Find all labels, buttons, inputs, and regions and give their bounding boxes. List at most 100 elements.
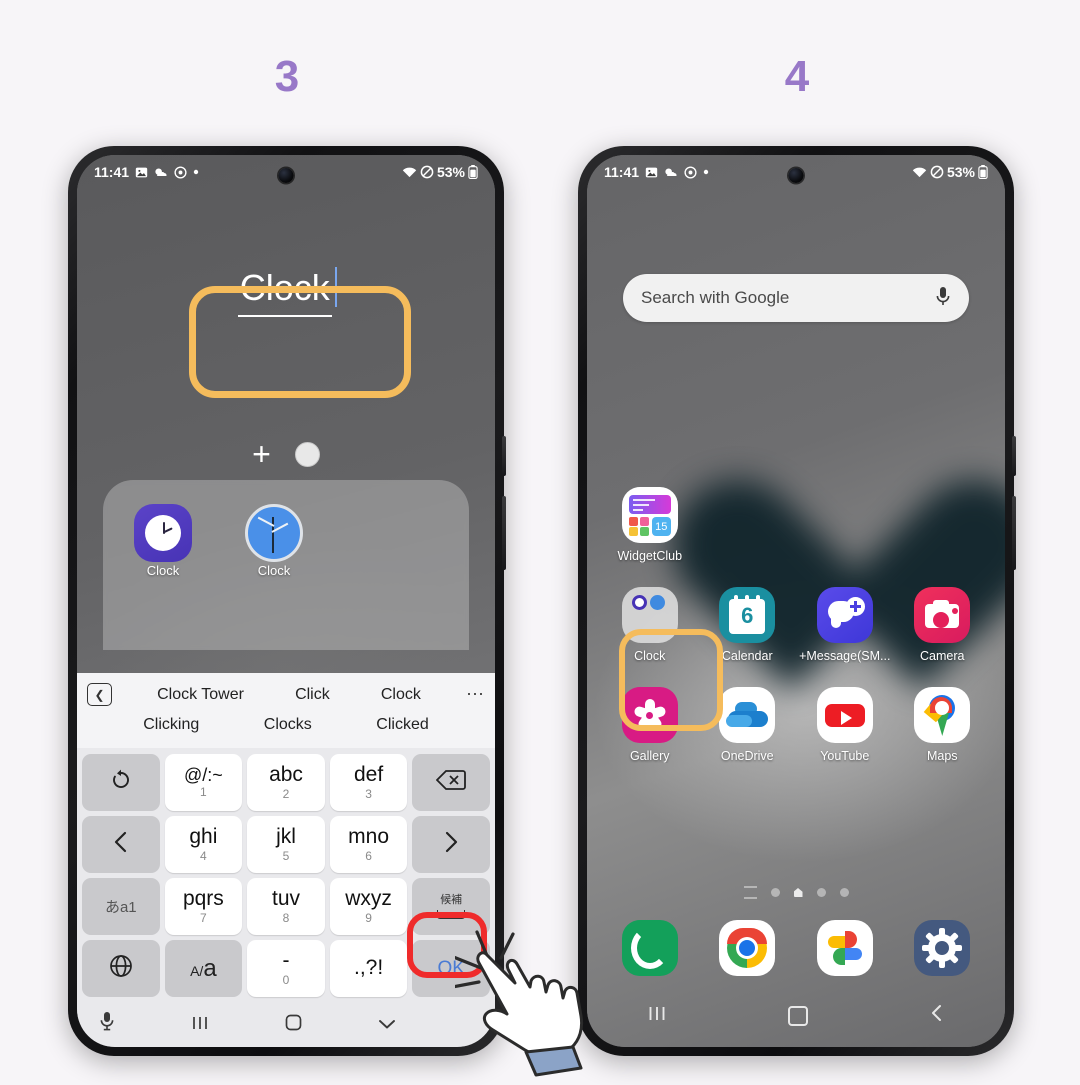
app-label: Clock [634, 649, 666, 663]
app-label: WidgetClub [617, 549, 683, 563]
key-label: .,?! [354, 956, 384, 980]
app-label: +Message(SM... [799, 649, 891, 663]
suggestion-item[interactable]: Clock [375, 684, 427, 706]
app-gallery[interactable]: Gallery [601, 687, 699, 763]
volume-button[interactable] [1012, 436, 1016, 476]
google-photos-icon [816, 920, 873, 976]
suggestion-item[interactable]: Clocks [258, 714, 318, 736]
app-label: Calendar [721, 649, 773, 663]
app-camera[interactable]: Camera [894, 587, 992, 663]
dock-app-phone[interactable] [601, 920, 699, 976]
key-label: あa1 [104, 899, 137, 916]
power-button[interactable] [1012, 496, 1016, 570]
dock-app-settings[interactable] [894, 920, 992, 976]
app-widgetclub[interactable]: 15 WidgetClub [601, 487, 699, 563]
folder-color-icon[interactable] [294, 441, 320, 467]
app-label: Camera [920, 649, 965, 663]
key-input-mode[interactable]: あa1 [82, 878, 160, 935]
key-case-toggle[interactable]: A/a [164, 940, 243, 997]
key-dash[interactable]: - 0 [247, 940, 325, 997]
widgetclub-icon: 15 [621, 487, 678, 543]
key-symbols[interactable]: @/:~ 1 [164, 754, 243, 811]
folder-panel: Clock Clock [103, 480, 469, 650]
key-sublabel: 7 [200, 911, 207, 926]
app-slot-empty [894, 487, 992, 563]
key-tuv[interactable]: tuv 8 [247, 878, 325, 935]
chevron-left-icon [112, 830, 130, 860]
add-app-icon[interactable]: + [252, 438, 271, 470]
battery-icon [978, 165, 988, 180]
page-dot-home-active[interactable] [793, 888, 803, 897]
plus-message-icon [816, 587, 873, 643]
dock-app-chrome[interactable] [699, 920, 797, 976]
key-abc[interactable]: abc 2 [247, 754, 325, 811]
home-icon[interactable] [787, 1006, 808, 1026]
app-label: YouTube [820, 749, 870, 763]
suggestion-item[interactable]: Clicking [137, 714, 205, 736]
key-candidate[interactable]: 候補 [412, 878, 490, 935]
key-punctuation[interactable]: .,?! [329, 940, 408, 997]
battery-percent: 53% [436, 164, 465, 180]
front-camera-icon [788, 168, 804, 183]
volume-button[interactable] [502, 436, 506, 476]
suggestion-item[interactable]: Click [289, 684, 336, 706]
key-pqrs[interactable]: pqrs 7 [164, 878, 243, 935]
key-backspace[interactable] [412, 754, 490, 811]
folder-app-google-clock[interactable]: Clock [236, 504, 312, 580]
key-def[interactable]: def 3 [329, 754, 408, 811]
key-jkl[interactable]: jkl 5 [247, 816, 325, 873]
app-clock-folder[interactable]: Clock [601, 587, 699, 663]
page-indicator-list-icon[interactable] [743, 886, 757, 899]
camera-icon [914, 587, 971, 643]
page-dot[interactable] [770, 888, 780, 897]
key-sublabel: 2 [282, 787, 290, 802]
phone-left-screen: 11:41 53% Clock + Clock Clock ❮ Clock To… [77, 155, 495, 1047]
power-button[interactable] [502, 496, 506, 570]
chevron-right-icon [442, 830, 460, 860]
folder-rename-field[interactable]: Clock [77, 267, 495, 317]
app-maps[interactable]: Maps [894, 687, 992, 763]
hide-keyboard-icon[interactable] [377, 1011, 397, 1037]
google-clock-icon [245, 504, 303, 562]
suggestion-item[interactable]: Clock Tower [151, 684, 250, 706]
recents-icon[interactable] [647, 1005, 667, 1028]
google-search-bar[interactable]: Search with Google [623, 274, 969, 322]
battery-percent: 53% [946, 164, 975, 180]
key-undo[interactable] [82, 754, 160, 811]
app-calendar[interactable]: 6 Calendar [699, 587, 797, 663]
key-sublabel: 9 [365, 911, 372, 926]
suggestion-back-icon[interactable]: ❮ [87, 683, 112, 706]
youtube-icon [816, 687, 873, 743]
app-plus-message[interactable]: +Message(SM... [796, 587, 894, 663]
key-mno[interactable]: mno 6 [329, 816, 408, 873]
home-icon[interactable] [285, 1011, 302, 1037]
mic-icon[interactable] [99, 1011, 115, 1037]
key-sublabel: 5 [282, 849, 290, 864]
suggestion-item[interactable]: Clicked [370, 714, 434, 736]
dock-app-google-photos[interactable] [796, 920, 894, 976]
ellipsis-icon[interactable]: ⋯ [466, 684, 485, 705]
key-label: mno [348, 824, 390, 848]
key-wxyz[interactable]: wxyz 9 [329, 878, 408, 935]
phone-right-screen: 11:41 53% Search with Google 15 WidgetCl… [587, 155, 1005, 1047]
mic-icon[interactable] [935, 285, 951, 312]
key-language[interactable] [82, 940, 160, 997]
phone-left: 11:41 53% Clock + Clock Clock ❮ Clock To… [68, 146, 506, 1056]
back-icon[interactable] [929, 1003, 945, 1029]
key-cursor-right[interactable] [412, 816, 490, 873]
key-ghi[interactable]: ghi 4 [164, 816, 243, 873]
app-onedrive[interactable]: OneDrive [699, 687, 797, 763]
alarm-icon [684, 165, 697, 179]
folder-app-samsung-clock[interactable]: Clock [125, 504, 201, 580]
image-icon [135, 166, 148, 179]
folder-app-label: Clock [257, 563, 291, 578]
page-dot[interactable] [839, 888, 849, 897]
folder-toolbar: + [77, 438, 495, 470]
key-sublabel: 1 [200, 785, 207, 800]
recents-icon[interactable] [191, 1011, 209, 1037]
page-dot[interactable] [816, 888, 826, 897]
key-cursor-left[interactable] [82, 816, 160, 873]
dot-icon [193, 169, 199, 175]
folder-name-text: Clock [237, 267, 332, 317]
app-youtube[interactable]: YouTube [796, 687, 894, 763]
